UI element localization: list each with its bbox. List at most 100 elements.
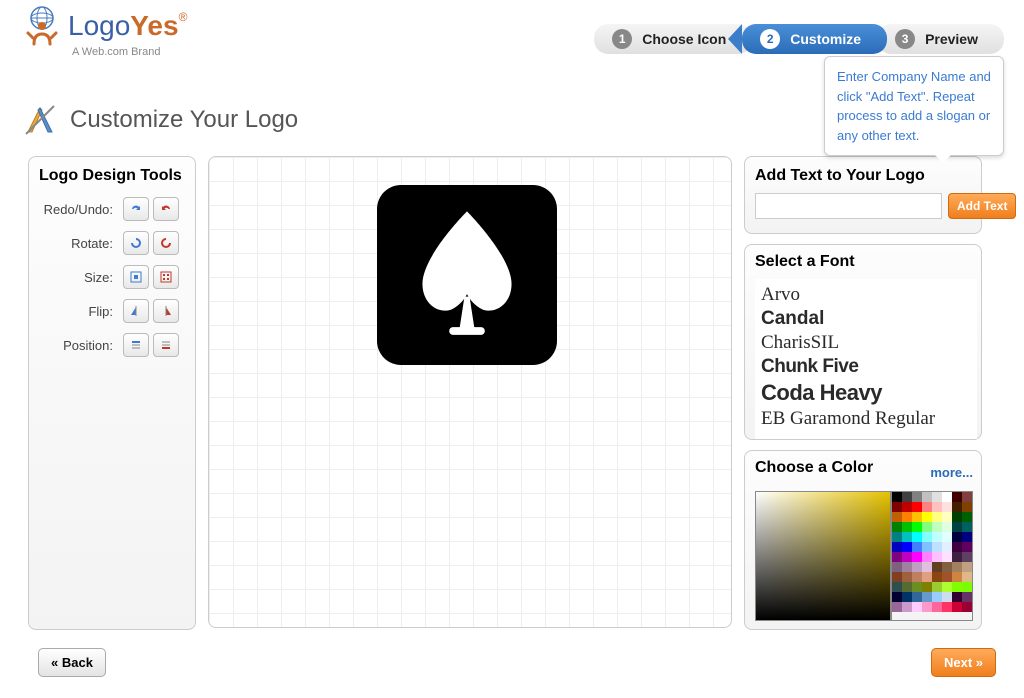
color-swatch[interactable] bbox=[902, 542, 912, 552]
color-swatch[interactable] bbox=[922, 602, 932, 612]
color-swatch[interactable] bbox=[902, 582, 912, 592]
color-swatch[interactable] bbox=[912, 532, 922, 542]
color-swatch[interactable] bbox=[922, 542, 932, 552]
color-swatch[interactable] bbox=[892, 572, 902, 582]
color-swatch[interactable] bbox=[902, 512, 912, 522]
color-swatch[interactable] bbox=[902, 502, 912, 512]
color-swatch[interactable] bbox=[962, 572, 972, 582]
color-swatch[interactable] bbox=[892, 542, 902, 552]
company-name-input[interactable] bbox=[755, 193, 942, 219]
color-swatch[interactable] bbox=[932, 552, 942, 562]
color-swatch[interactable] bbox=[962, 502, 972, 512]
color-swatch[interactable] bbox=[942, 582, 952, 592]
logo-canvas[interactable] bbox=[208, 156, 732, 628]
color-swatch[interactable] bbox=[912, 592, 922, 602]
color-swatch[interactable] bbox=[892, 492, 902, 502]
color-swatch[interactable] bbox=[962, 592, 972, 602]
color-swatch[interactable] bbox=[922, 532, 932, 542]
color-swatch[interactable] bbox=[942, 542, 952, 552]
color-swatch[interactable] bbox=[902, 572, 912, 582]
font-item[interactable]: Chunk Five bbox=[761, 355, 971, 379]
color-swatch[interactable] bbox=[912, 572, 922, 582]
brand-logo[interactable]: LogoYes® bbox=[20, 4, 187, 48]
color-swatch[interactable] bbox=[942, 522, 952, 532]
color-swatch[interactable] bbox=[952, 602, 962, 612]
color-swatch[interactable] bbox=[912, 512, 922, 522]
font-item[interactable]: Arvo bbox=[761, 283, 971, 307]
color-swatch[interactable] bbox=[892, 552, 902, 562]
color-swatch[interactable] bbox=[952, 512, 962, 522]
color-swatch[interactable] bbox=[892, 582, 902, 592]
color-swatch[interactable] bbox=[962, 562, 972, 572]
color-swatch[interactable] bbox=[962, 492, 972, 502]
color-swatch[interactable] bbox=[892, 502, 902, 512]
color-swatch[interactable] bbox=[912, 562, 922, 572]
undo-button[interactable] bbox=[153, 197, 179, 221]
color-swatch[interactable] bbox=[922, 572, 932, 582]
size-down-button[interactable] bbox=[153, 265, 179, 289]
position-back-button[interactable] bbox=[153, 333, 179, 357]
color-swatch[interactable] bbox=[962, 602, 972, 612]
color-swatch[interactable] bbox=[962, 522, 972, 532]
font-item[interactable]: Coda Heavy bbox=[761, 379, 971, 407]
color-swatch[interactable] bbox=[912, 602, 922, 612]
font-item[interactable]: Candal bbox=[761, 307, 971, 331]
color-swatch[interactable] bbox=[952, 542, 962, 552]
color-swatch[interactable] bbox=[922, 522, 932, 532]
color-swatch[interactable] bbox=[902, 552, 912, 562]
color-swatch[interactable] bbox=[952, 552, 962, 562]
color-swatch[interactable] bbox=[932, 492, 942, 502]
flip-horizontal-button[interactable] bbox=[123, 299, 149, 323]
logo-icon-spade[interactable] bbox=[377, 185, 557, 365]
color-swatch[interactable] bbox=[952, 582, 962, 592]
color-swatch[interactable] bbox=[922, 562, 932, 572]
color-swatch[interactable] bbox=[962, 512, 972, 522]
color-swatch[interactable] bbox=[932, 542, 942, 552]
color-swatch[interactable] bbox=[952, 572, 962, 582]
color-swatch[interactable] bbox=[912, 502, 922, 512]
color-swatch[interactable] bbox=[922, 492, 932, 502]
color-swatch[interactable] bbox=[932, 592, 942, 602]
color-swatch[interactable] bbox=[952, 592, 962, 602]
color-swatch[interactable] bbox=[912, 542, 922, 552]
color-swatch[interactable] bbox=[932, 582, 942, 592]
color-swatch[interactable] bbox=[952, 532, 962, 542]
color-swatch[interactable] bbox=[952, 522, 962, 532]
rotate-right-button[interactable] bbox=[153, 231, 179, 255]
color-swatch[interactable] bbox=[922, 512, 932, 522]
color-swatch[interactable] bbox=[942, 602, 952, 612]
redo-button[interactable] bbox=[123, 197, 149, 221]
color-swatch[interactable] bbox=[942, 592, 952, 602]
color-swatch[interactable] bbox=[962, 582, 972, 592]
color-swatch[interactable] bbox=[892, 592, 902, 602]
color-swatch[interactable] bbox=[942, 572, 952, 582]
color-swatch[interactable] bbox=[902, 532, 912, 542]
color-swatch[interactable] bbox=[932, 512, 942, 522]
size-up-button[interactable] bbox=[123, 265, 149, 289]
color-swatch[interactable] bbox=[892, 532, 902, 542]
color-swatch[interactable] bbox=[902, 562, 912, 572]
color-swatch[interactable] bbox=[922, 582, 932, 592]
color-swatch[interactable] bbox=[962, 542, 972, 552]
color-swatch[interactable] bbox=[912, 552, 922, 562]
more-colors-link[interactable]: more... bbox=[930, 465, 973, 480]
color-swatch[interactable] bbox=[932, 502, 942, 512]
color-swatch[interactable] bbox=[932, 532, 942, 542]
color-swatch[interactable] bbox=[912, 492, 922, 502]
color-swatch[interactable] bbox=[952, 562, 962, 572]
step-customize[interactable]: 2 Customize bbox=[742, 24, 887, 54]
color-swatch[interactable] bbox=[892, 522, 902, 532]
color-swatch[interactable] bbox=[902, 592, 912, 602]
font-item[interactable]: CharisSIL bbox=[761, 331, 971, 355]
color-swatch[interactable] bbox=[932, 572, 942, 582]
color-swatch[interactable] bbox=[942, 552, 952, 562]
flip-vertical-button[interactable] bbox=[153, 299, 179, 323]
color-swatch[interactable] bbox=[942, 502, 952, 512]
color-gradient-picker[interactable] bbox=[755, 491, 891, 621]
color-swatch[interactable] bbox=[892, 512, 902, 522]
color-swatch[interactable] bbox=[902, 492, 912, 502]
next-button[interactable]: Next » bbox=[931, 648, 996, 677]
step-preview[interactable]: 3 Preview bbox=[877, 24, 1004, 54]
back-button[interactable]: « Back bbox=[38, 648, 106, 677]
color-swatch[interactable] bbox=[902, 602, 912, 612]
